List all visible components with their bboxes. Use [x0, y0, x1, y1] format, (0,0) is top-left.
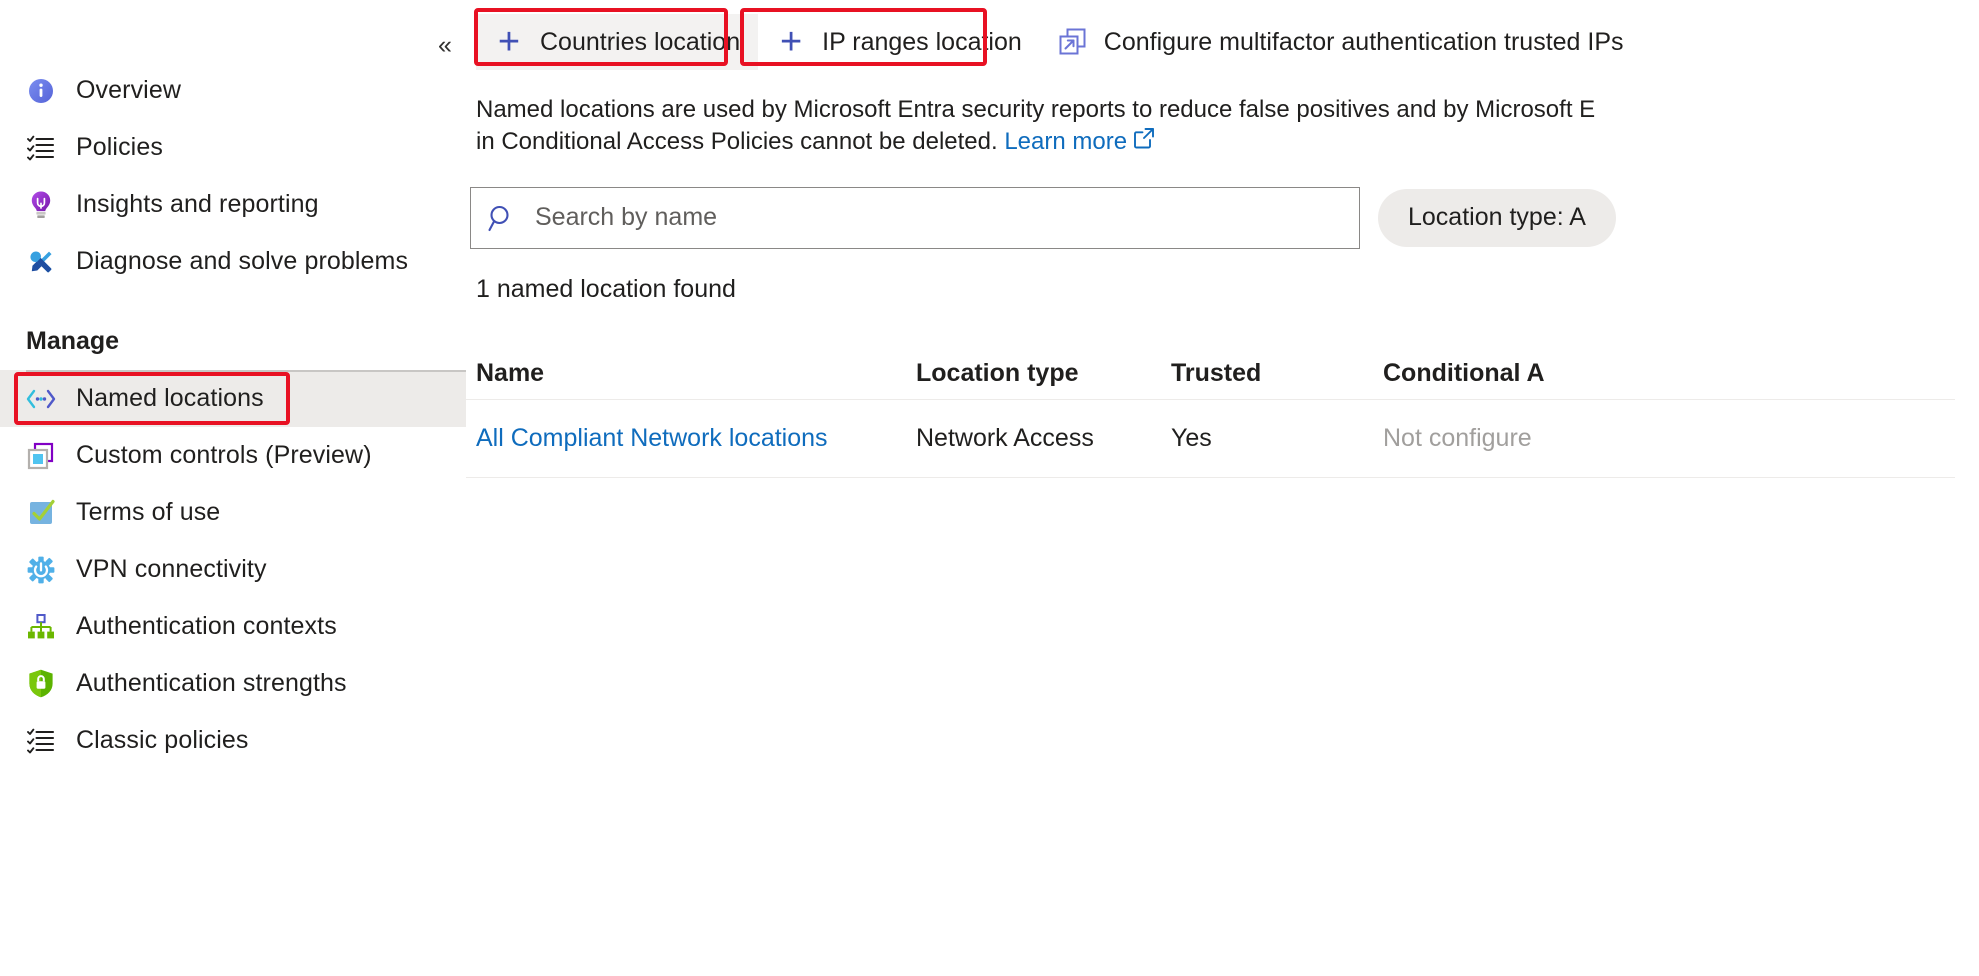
sidebar-item-label: Overview [76, 76, 181, 104]
cell-name[interactable]: All Compliant Network locations [476, 424, 916, 453]
column-header-trusted[interactable]: Trusted [1171, 359, 1383, 388]
countries-location-label: Countries location [540, 27, 741, 56]
search-input[interactable] [533, 202, 1343, 234]
custom-controls-icon [26, 441, 56, 471]
sidebar-item-label: Insights and reporting [76, 190, 319, 218]
location-type-filter[interactable]: Location type: A [1378, 188, 1616, 247]
app-root: « Overview Policies Insights and reporti… [0, 0, 1979, 976]
learn-more-link[interactable]: Learn more [1004, 128, 1155, 155]
description-line-1: Named locations are used by Microsoft En… [476, 96, 1596, 123]
sidebar-item-label: Diagnose and solve problems [76, 247, 409, 275]
table-row[interactable]: All Compliant Network locations Network … [466, 400, 1955, 478]
shield-lock-icon [26, 669, 56, 699]
command-bar: + Countries location + IP ranges locatio… [466, 0, 1979, 72]
search-box[interactable] [470, 186, 1360, 249]
policy-list-icon [26, 133, 56, 163]
sidebar: « Overview Policies Insights and reporti… [0, 0, 466, 976]
learn-more-label: Learn more [1004, 128, 1128, 156]
sidebar-item-label: Policies [76, 133, 163, 161]
plus-icon: + [497, 21, 521, 63]
sidebar-item-classic-policies[interactable]: Classic policies [0, 712, 466, 769]
named-locations-icon [26, 384, 56, 414]
sidebar-item-label: Custom controls (Preview) [76, 441, 372, 469]
tools-icon [26, 247, 56, 277]
sidebar-item-label: Classic policies [76, 726, 249, 754]
policy-list-icon [26, 726, 56, 756]
chevron-double-left-icon: « [438, 30, 452, 59]
ip-ranges-location-button[interactable]: + IP ranges location [758, 14, 1040, 70]
cell-location-type: Network Access [916, 423, 1094, 452]
sidebar-nav-list: Overview Policies Insights and reporting… [0, 62, 466, 769]
cell-trusted: Yes [1171, 423, 1212, 452]
plus-icon: + [780, 21, 803, 63]
sidebar-item-insights-and-reporting[interactable]: Insights and reporting [0, 176, 466, 233]
column-header-name[interactable]: Name [476, 359, 916, 388]
ip-ranges-location-label: IP ranges location [822, 27, 1022, 56]
column-header-conditional-access[interactable]: Conditional A [1383, 359, 1545, 388]
search-icon [487, 203, 517, 233]
sidebar-item-terms-of-use[interactable]: Terms of use [0, 484, 466, 541]
sidebar-item-label: Terms of use [76, 498, 221, 526]
terms-check-icon [26, 498, 56, 528]
collapse-sidebar-button[interactable]: « [428, 28, 462, 62]
sidebar-item-label: Named locations [76, 384, 264, 412]
sidebar-item-label: Authentication strengths [76, 669, 347, 697]
sidebar-section-manage: Manage [26, 326, 120, 355]
lightbulb-icon [26, 190, 56, 220]
sidebar-item-label: VPN connectivity [76, 555, 267, 583]
external-link-icon [1058, 27, 1088, 57]
sidebar-item-overview[interactable]: Overview [0, 62, 466, 119]
sidebar-item-diagnose-and-solve-problems[interactable]: Diagnose and solve problems [0, 233, 466, 290]
cell-conditional-access: Not configure [1383, 423, 1532, 452]
info-icon [26, 76, 56, 106]
results-count: 1 named location found [476, 274, 736, 303]
description-line-2-text: in Conditional Access Policies cannot be… [476, 128, 1005, 156]
auth-contexts-icon [26, 612, 56, 642]
table-header-row: Name Location type Trusted Conditional A [466, 348, 1955, 400]
configure-mfa-trusted-ips-label: Configure multifactor authentication tru… [1103, 27, 1624, 56]
external-link-icon [1133, 126, 1155, 158]
sidebar-item-policies[interactable]: Policies [0, 119, 466, 176]
filters-row: Location type: A [468, 186, 1979, 249]
sidebar-item-named-locations[interactable]: Named locations [0, 370, 466, 427]
main-content: + Countries location + IP ranges locatio… [466, 0, 1979, 976]
sidebar-item-vpn-connectivity[interactable]: VPN connectivity [0, 541, 466, 598]
description-line-2: in Conditional Access Policies cannot be… [476, 126, 1979, 158]
named-locations-table: Name Location type Trusted Conditional A… [466, 348, 1955, 478]
column-header-location-type[interactable]: Location type [916, 359, 1171, 388]
sidebar-item-authentication-strengths[interactable]: Authentication strengths [0, 655, 466, 712]
location-type-filter-label: Location type: A [1408, 203, 1586, 232]
sidebar-item-custom-controls[interactable]: Custom controls (Preview) [0, 427, 466, 484]
sidebar-item-label: Authentication contexts [76, 612, 337, 640]
page-description: Named locations are used by Microsoft En… [476, 94, 1979, 159]
vpn-gear-icon [26, 555, 56, 585]
sidebar-item-authentication-contexts[interactable]: Authentication contexts [0, 598, 466, 655]
countries-location-button[interactable]: + Countries location [476, 14, 759, 70]
configure-mfa-trusted-ips-button[interactable]: Configure multifactor authentication tru… [1040, 14, 1642, 70]
